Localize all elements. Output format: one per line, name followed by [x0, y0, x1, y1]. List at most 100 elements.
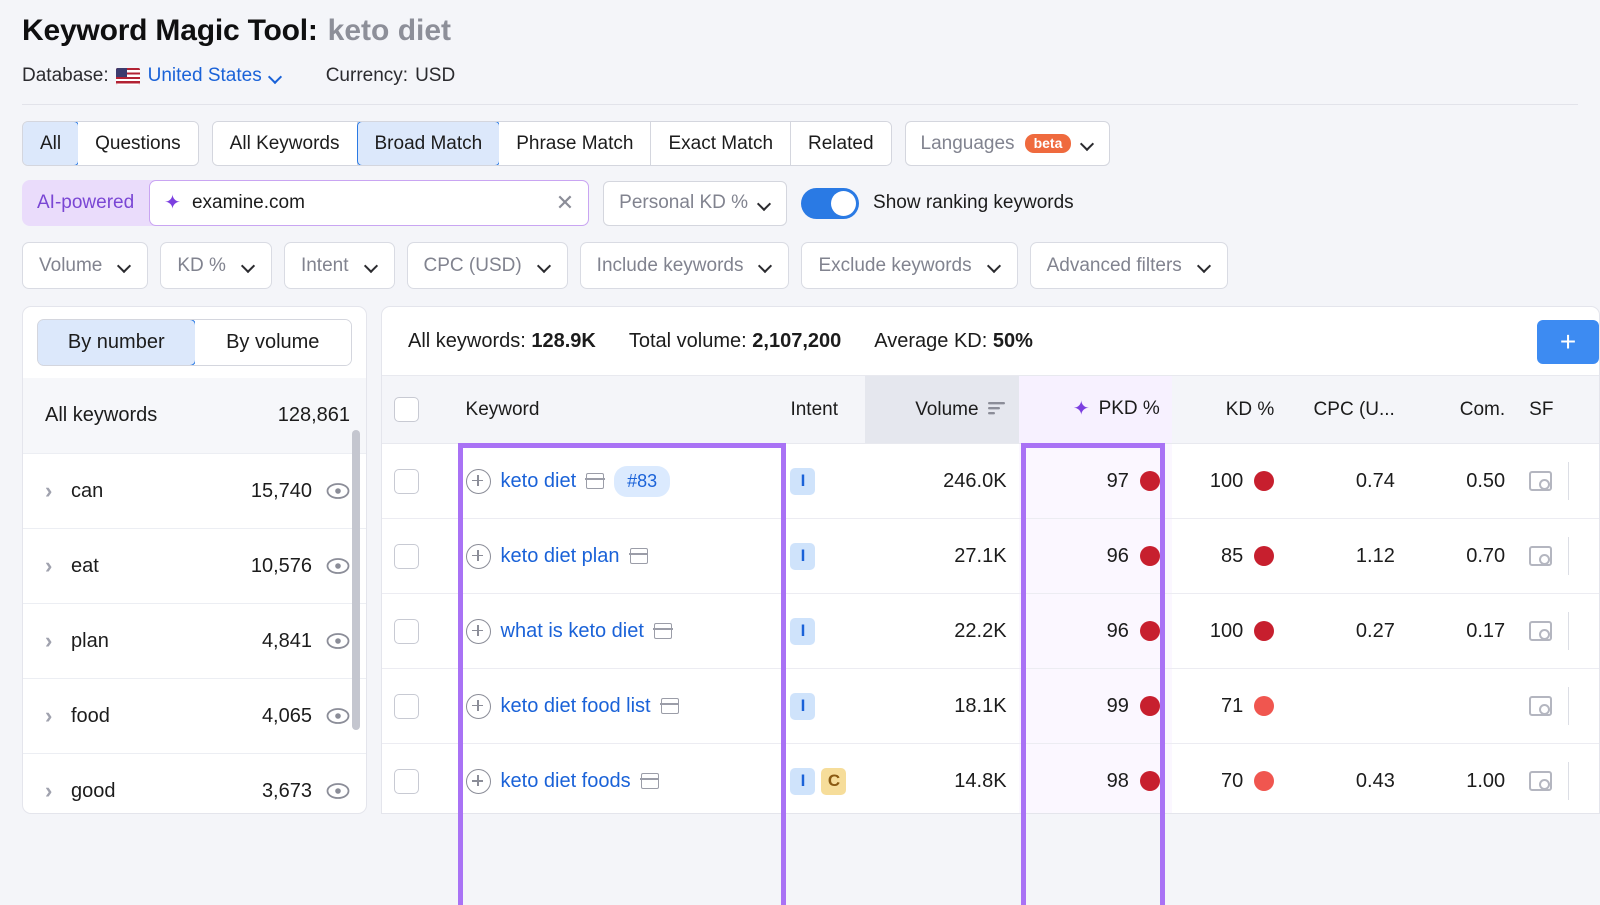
intent-tag-commercial[interactable]: C — [821, 768, 846, 795]
tab-all[interactable]: All — [22, 121, 79, 166]
keyword-link[interactable]: keto diet plan — [501, 545, 620, 568]
group-count: 3,673 — [262, 780, 312, 803]
cell-divider — [1568, 462, 1569, 500]
intent-tag-informational[interactable]: I — [790, 693, 815, 720]
sidebar-scrollbar[interactable] — [352, 430, 360, 730]
filter-intent[interactable]: Intent — [284, 242, 395, 289]
table-row[interactable]: what is keto diet I 22.2K 96 100 0.27 — [382, 594, 1599, 669]
serp-icon[interactable] — [630, 548, 648, 564]
eye-icon[interactable] — [326, 708, 350, 724]
group-count: 128,861 — [278, 404, 350, 427]
chevron-right-icon[interactable]: › — [45, 628, 71, 654]
chevron-right-icon[interactable]: › — [45, 703, 71, 729]
keyword-cell: keto diet food list — [454, 669, 779, 744]
serp-features-icon[interactable] — [1529, 546, 1552, 566]
kd-cell: 71 — [1172, 669, 1286, 744]
select-all-checkbox[interactable] — [394, 397, 419, 422]
col-com[interactable]: Com. — [1407, 376, 1517, 444]
group-label: plan — [71, 630, 262, 653]
col-keyword[interactable]: Keyword — [454, 376, 779, 444]
eye-icon[interactable] — [326, 633, 350, 649]
group-row-plan[interactable]: › plan 4,841 — [23, 603, 366, 678]
intent-tag-informational[interactable]: I — [790, 543, 815, 570]
table-row[interactable]: keto diet food list I 18.1K 99 71 — [382, 669, 1599, 744]
filter-exclude-keywords[interactable]: Exclude keywords — [801, 242, 1017, 289]
filter-volume[interactable]: Volume — [22, 242, 148, 289]
col-intent[interactable]: Intent — [778, 376, 865, 444]
eye-icon[interactable] — [326, 783, 350, 799]
row-checkbox[interactable] — [394, 694, 419, 719]
intent-cell: I — [778, 444, 865, 519]
col-pkd[interactable]: ✦ PKD % — [1019, 376, 1172, 444]
serp-icon[interactable] — [586, 473, 604, 489]
filter-include-keywords-label: Include keywords — [597, 255, 744, 277]
show-ranking-keywords-label: Show ranking keywords — [873, 192, 1074, 214]
row-checkbox[interactable] — [394, 544, 419, 569]
serp-icon[interactable] — [661, 698, 679, 714]
add-keyword-icon[interactable] — [466, 769, 491, 794]
serp-icon[interactable] — [641, 773, 659, 789]
database-selector[interactable]: Database: United States — [22, 65, 282, 87]
group-row-eat[interactable]: › eat 10,576 — [23, 528, 366, 603]
eye-icon[interactable] — [326, 558, 350, 574]
add-keyword-icon[interactable] — [466, 544, 491, 569]
sort-icon[interactable] — [988, 399, 1007, 421]
tab-broad-match[interactable]: Broad Match — [357, 121, 501, 166]
toggle-by-number[interactable]: By number — [37, 319, 196, 366]
domain-input-field[interactable]: ✦ examine.com ✕ — [149, 180, 589, 226]
serp-icon[interactable] — [654, 623, 672, 639]
tab-related[interactable]: Related — [791, 122, 891, 165]
serp-features-icon[interactable] — [1529, 621, 1552, 641]
toggle-by-volume[interactable]: By volume — [195, 320, 352, 365]
add-to-keyword-list-button[interactable]: + — [1537, 320, 1599, 364]
tab-all-keywords[interactable]: All Keywords — [213, 122, 358, 165]
keyword-link[interactable]: what is keto diet — [501, 620, 644, 643]
keyword-link[interactable]: keto diet food list — [501, 695, 651, 718]
eye-icon[interactable] — [326, 483, 350, 499]
personal-kd-label: Personal KD % — [619, 192, 748, 214]
row-checkbox[interactable] — [394, 469, 419, 494]
col-cpc[interactable]: CPC (U... — [1286, 376, 1407, 444]
keyword-cell: keto diet plan — [454, 519, 779, 594]
keyword-link[interactable]: keto diet foods — [501, 770, 631, 793]
group-row-can[interactable]: › can 15,740 — [23, 453, 366, 528]
tab-phrase-match[interactable]: Phrase Match — [499, 122, 651, 165]
intent-tag-informational[interactable]: I — [790, 768, 815, 795]
filter-cpc[interactable]: CPC (USD) — [407, 242, 568, 289]
languages-dropdown[interactable]: Languages beta — [905, 121, 1111, 166]
show-ranking-keywords-toggle[interactable] — [801, 188, 859, 219]
add-keyword-icon[interactable] — [466, 694, 491, 719]
serp-features-icon[interactable] — [1529, 471, 1552, 491]
database-value[interactable]: United States — [148, 65, 262, 87]
table-row[interactable]: keto diet #83 I 246.0K 97 100 — [382, 444, 1599, 519]
group-row-food[interactable]: › food 4,065 — [23, 678, 366, 753]
clear-domain-icon[interactable]: ✕ — [556, 192, 574, 214]
add-keyword-icon[interactable] — [466, 469, 491, 494]
cell-divider — [1568, 762, 1569, 800]
filter-include-keywords[interactable]: Include keywords — [580, 242, 790, 289]
add-keyword-icon[interactable] — [466, 619, 491, 644]
group-row-all-keywords[interactable]: All keywords 128,861 — [23, 378, 366, 453]
keyword-link[interactable]: keto diet — [501, 470, 577, 493]
chevron-right-icon[interactable]: › — [45, 553, 71, 579]
tab-exact-match[interactable]: Exact Match — [651, 122, 791, 165]
col-sf[interactable]: SF — [1517, 376, 1599, 444]
serp-features-icon[interactable] — [1529, 696, 1552, 716]
filter-advanced[interactable]: Advanced filters — [1030, 242, 1228, 289]
row-checkbox[interactable] — [394, 769, 419, 794]
serp-features-icon[interactable] — [1529, 771, 1552, 791]
chevron-right-icon[interactable]: › — [45, 478, 71, 504]
group-row-good[interactable]: › good 3,673 — [23, 753, 366, 814]
col-volume[interactable]: Volume — [865, 376, 1018, 444]
table-row[interactable]: keto diet plan I 27.1K 96 85 1.12 — [382, 519, 1599, 594]
table-row[interactable]: keto diet foods I C 14.8K 98 — [382, 744, 1599, 815]
col-kd[interactable]: KD % — [1172, 376, 1286, 444]
domain-input-value[interactable]: examine.com — [192, 192, 545, 214]
tab-questions[interactable]: Questions — [78, 122, 198, 165]
personal-kd-dropdown[interactable]: Personal KD % — [603, 181, 787, 226]
chevron-right-icon[interactable]: › — [45, 778, 71, 804]
intent-tag-informational[interactable]: I — [790, 468, 815, 495]
intent-tag-informational[interactable]: I — [790, 618, 815, 645]
row-checkbox[interactable] — [394, 619, 419, 644]
filter-kd[interactable]: KD % — [160, 242, 272, 289]
